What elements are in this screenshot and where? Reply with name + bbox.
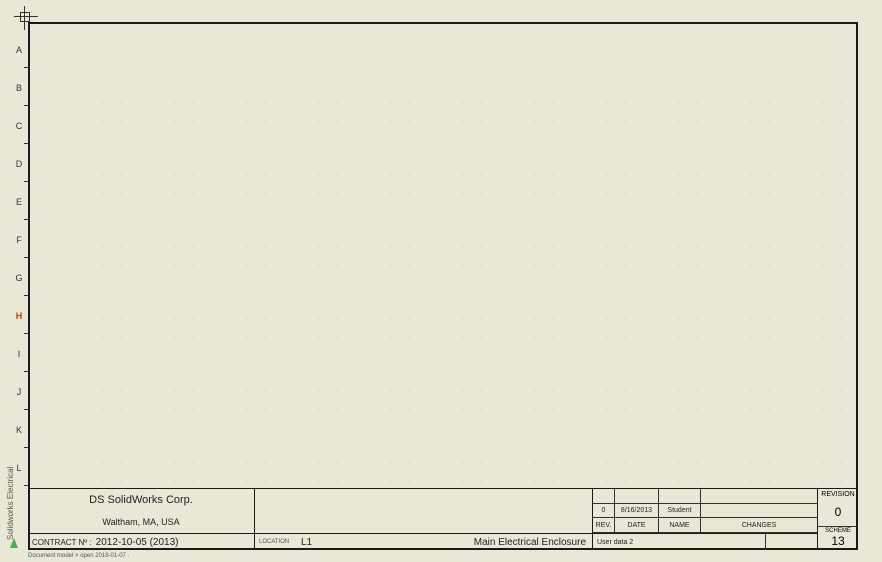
rev-cell: 0 <box>593 504 615 519</box>
titleblock-right-cell: REVISION 0 SCHEME 13 <box>818 489 858 550</box>
row-zone-label: C <box>14 121 24 131</box>
origin-marker-icon <box>14 6 34 26</box>
location-label: LOCATION <box>255 539 301 545</box>
scheme-number: 13 <box>818 534 858 550</box>
title-block: DS SolidWorks Corp. Waltham, MA, USA CON… <box>28 488 858 550</box>
rev-header: NAME <box>659 518 701 533</box>
contract-value: 2012-10-05 (2013) <box>96 537 179 548</box>
row-zone-label: D <box>14 159 24 169</box>
rev-header: CHANGES <box>701 518 817 533</box>
titleblock-company-cell: DS SolidWorks Corp. Waltham, MA, USA CON… <box>28 489 255 550</box>
rev-cell: 8/16/2013 <box>615 504 659 519</box>
location-value: L1 <box>301 537 312 548</box>
contract-field: CONTRACT Nº : 2012-10-05 (2013) <box>28 534 254 550</box>
footer-tiny-text: Document model × open 2018-01-07 . <box>28 553 129 559</box>
drawing-title: Main Electrical Enclosure <box>474 537 586 548</box>
rev-header: DATE <box>615 518 659 533</box>
row-zone-label: J <box>14 387 24 397</box>
collapse-arrow-icon[interactable] <box>10 538 18 548</box>
drawing-canvas[interactable]: Solidworks Electrical A B C D E F G H I J K L DS So… <box>0 0 882 562</box>
rev-header: REV. <box>593 518 615 533</box>
company-address: Waltham, MA, USA <box>28 511 254 534</box>
row-zone-label: B <box>14 83 24 93</box>
row-zone-label: L <box>14 463 24 473</box>
row-zone-label: H <box>14 311 24 321</box>
company-name: DS SolidWorks Corp. <box>28 489 254 511</box>
row-zone-label: K <box>14 425 24 435</box>
titleblock-middle-cell: LOCATION L1 Main Electrical Enclosure <box>255 489 593 550</box>
grid-dots <box>58 58 854 488</box>
rev-cell <box>701 489 817 504</box>
row-zone-label: E <box>14 197 24 207</box>
rev-cell <box>615 489 659 504</box>
titleblock-revision-table: 0 8/16/2013 Student REV. DATE NAME CHANG… <box>593 489 818 550</box>
scheme-label: SCHEME <box>818 527 858 534</box>
user-data-field: User data 2 <box>593 533 817 550</box>
rev-cell <box>701 504 817 519</box>
rev-cell <box>659 489 701 504</box>
row-zone-label: I <box>14 349 24 359</box>
row-zone-label: G <box>14 273 24 283</box>
rev-cell <box>593 489 615 504</box>
rev-cell: Student <box>659 504 701 519</box>
row-zone-label: A <box>14 45 24 55</box>
app-sidebar-label: Solidworks Electrical <box>6 340 16 540</box>
contract-label: CONTRACT Nº : <box>32 538 92 547</box>
revision-value: 0 <box>818 498 858 527</box>
row-zone-label: F <box>14 235 24 245</box>
revision-label: REVISION <box>818 489 858 498</box>
